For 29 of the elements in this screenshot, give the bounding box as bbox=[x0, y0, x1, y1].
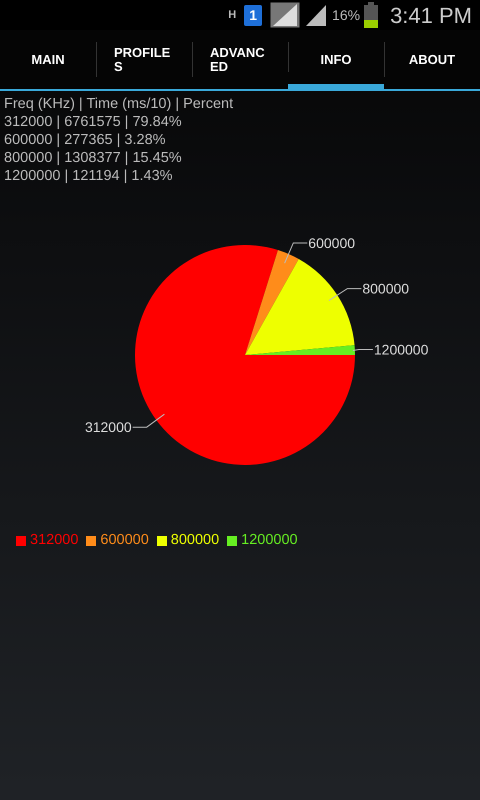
sim-icon: 1 bbox=[244, 4, 262, 26]
leader-line bbox=[284, 242, 308, 264]
signal-icon bbox=[270, 2, 300, 28]
info-text: 1200000 | 121194 | 1.43% bbox=[4, 167, 174, 185]
legend-label: 312000 bbox=[30, 531, 78, 550]
tab[interactable]: MAIN bbox=[0, 30, 96, 89]
network-type-text: H bbox=[228, 8, 236, 23]
info-text: 312000 | 6761575 | 79.84% bbox=[4, 113, 183, 131]
leader-line bbox=[328, 288, 362, 302]
leader-line bbox=[352, 349, 374, 351]
leader-line bbox=[132, 414, 165, 428]
tab[interactable]: PROFILES bbox=[96, 30, 192, 89]
info-text: Freq (KHz) | Time (ms/10) | Percent bbox=[4, 95, 234, 113]
legend-label: 800000 bbox=[170, 531, 220, 550]
legend-label: 1200000 bbox=[241, 531, 298, 550]
battery-icon bbox=[364, 2, 378, 28]
tab[interactable]: ABOUT bbox=[384, 30, 480, 89]
tab[interactable]: INFO bbox=[288, 30, 384, 89]
info-text: 600000 | 277365 | 3.28% bbox=[4, 131, 167, 149]
slice-label: 800000 bbox=[362, 280, 410, 297]
slice-label: 600000 bbox=[308, 234, 356, 251]
slice-label: 312000 bbox=[84, 419, 132, 436]
clock-text: 3:41 PM bbox=[390, 2, 472, 30]
legend-label: 600000 bbox=[100, 531, 149, 550]
battery-text: 16% bbox=[332, 6, 360, 24]
slice-label: 1200000 bbox=[374, 342, 428, 358]
tab[interactable]: ADVANCED bbox=[192, 30, 288, 89]
signal-icon bbox=[304, 3, 328, 27]
info-text: 800000 | 1308377 | 15.45% bbox=[4, 149, 183, 167]
